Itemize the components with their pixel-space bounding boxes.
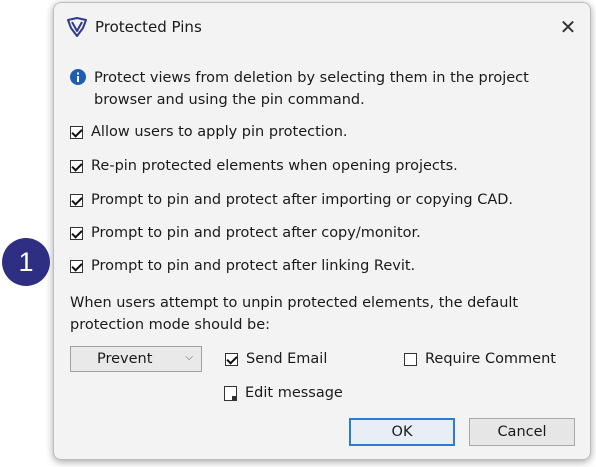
checkbox[interactable] bbox=[70, 193, 83, 207]
shield-v-icon bbox=[67, 17, 87, 37]
protection-mode-text: When users attempt to unpin protected el… bbox=[70, 295, 519, 333]
protection-mode-select[interactable]: Prevent ⌵ bbox=[70, 346, 202, 372]
option-prompt-after-copy-monitor[interactable]: Prompt to pin and protect after copy/mon… bbox=[70, 222, 421, 244]
info-text: Protect views from deletion by selecting… bbox=[94, 70, 529, 108]
send-email-option[interactable]: Send Email bbox=[225, 348, 327, 370]
chevron-down-icon: ⌵ bbox=[185, 352, 193, 363]
option-label: Prompt to pin and protect after linking … bbox=[91, 258, 416, 274]
cancel-button[interactable]: Cancel bbox=[469, 418, 575, 446]
option-label: Prompt to pin and protect after importin… bbox=[91, 192, 514, 208]
close-button[interactable]: ✕ bbox=[552, 11, 584, 43]
step-number-badge: 1 bbox=[2, 238, 50, 286]
require-comment-label: Require Comment bbox=[425, 351, 556, 367]
option-label: Allow users to apply pin protection. bbox=[91, 124, 348, 140]
option-allow-pin-protection[interactable]: Allow users to apply pin protection. bbox=[70, 121, 348, 143]
edit-message-label: Edit message bbox=[245, 385, 343, 401]
option-label: Prompt to pin and protect after copy/mon… bbox=[91, 225, 421, 241]
checkbox[interactable] bbox=[70, 159, 83, 173]
checkbox[interactable] bbox=[70, 125, 83, 139]
checkbox[interactable] bbox=[225, 352, 238, 366]
info-icon bbox=[70, 69, 86, 85]
option-prompt-after-linking-revit[interactable]: Prompt to pin and protect after linking … bbox=[70, 255, 415, 277]
close-icon: ✕ bbox=[559, 15, 577, 39]
send-email-label: Send Email bbox=[246, 351, 328, 367]
protection-mode-value: Prevent bbox=[97, 351, 153, 367]
require-comment-option[interactable]: Require Comment bbox=[404, 348, 556, 370]
checkbox[interactable] bbox=[404, 352, 417, 366]
protected-pins-dialog: Protected Pins ✕ Protect views from dele… bbox=[53, 2, 591, 460]
checkbox[interactable] bbox=[70, 226, 83, 240]
option-repin-on-open[interactable]: Re-pin protected elements when opening p… bbox=[70, 155, 458, 177]
title-bar: Protected Pins ✕ bbox=[54, 3, 590, 53]
checkbox[interactable] bbox=[70, 259, 83, 273]
option-prompt-after-cad[interactable]: Prompt to pin and protect after importin… bbox=[70, 189, 513, 211]
ok-button[interactable]: OK bbox=[349, 418, 455, 446]
document-edit-icon bbox=[224, 385, 237, 401]
edit-message-button[interactable]: Edit message bbox=[224, 382, 343, 404]
option-label: Re-pin protected elements when opening p… bbox=[91, 158, 458, 174]
dialog-title: Protected Pins bbox=[95, 18, 202, 36]
